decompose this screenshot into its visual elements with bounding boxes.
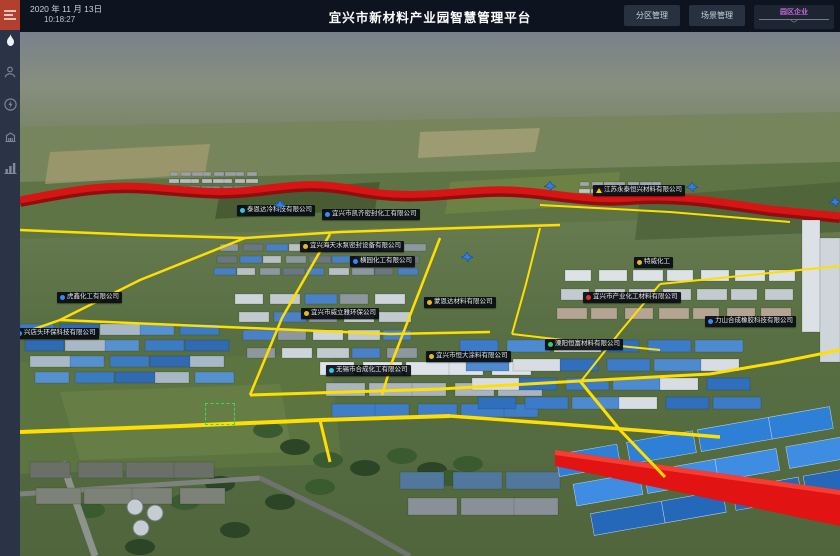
map-3d-scene[interactable] — [20, 32, 840, 556]
company-label-text: 宜兴市威立雅环保公司 — [311, 310, 376, 317]
company-label-text: 宜兴市产业化工材料有限公司 — [593, 294, 678, 301]
plane-marker-icon[interactable] — [686, 182, 698, 192]
bar-chart-icon[interactable] — [0, 158, 20, 178]
company-label-text: 宜兴市凯齐密封化工有限公司 — [332, 211, 417, 218]
company-label-text: 力山合成橡胶科技有限公司 — [715, 318, 793, 325]
park-enterprise-dropdown[interactable]: 园区企业 ﹀ — [754, 5, 834, 29]
divider — [759, 19, 829, 20]
company-marker-icon — [20, 331, 22, 336]
company-marker-icon — [240, 208, 245, 213]
company-marker-icon — [708, 319, 713, 324]
company-marker-icon — [303, 244, 308, 249]
company-marker-icon — [586, 295, 591, 300]
company-label[interactable]: 宜兴市恒大涂料有限公司 — [426, 351, 511, 362]
company-marker-icon — [637, 260, 642, 265]
company-label-text: 宜兴市恒大涂料有限公司 — [436, 353, 508, 360]
company-label-text: 横园化工有限公司 — [360, 258, 412, 265]
company-label-text: 虎鑫化工有限公司 — [67, 294, 119, 301]
factory-icon[interactable] — [0, 126, 20, 146]
company-marker-icon — [427, 300, 432, 305]
company-label[interactable]: 宜兴海天水泵密封设备有限公司 — [300, 241, 404, 252]
company-label[interactable]: 宜兴市产业化工材料有限公司 — [583, 292, 681, 303]
plane-marker-icon[interactable] — [461, 252, 473, 262]
company-label[interactable]: 江苏永泰恒兴材料有限公司 — [593, 185, 685, 196]
plane-marker-icon[interactable] — [544, 181, 556, 191]
chevron-down-icon: ﹀ — [758, 22, 830, 28]
user-icon[interactable] — [0, 62, 20, 82]
company-label[interactable]: 特威化工 — [634, 257, 673, 268]
company-marker-icon — [60, 295, 65, 300]
scene-management-button[interactable]: 场景管理 — [689, 5, 745, 26]
company-marker-icon — [548, 342, 553, 347]
company-label[interactable]: 横园化工有限公司 — [350, 256, 415, 267]
header: 2020 年 11 月 13日 10:18:27 宜兴市新材料产业园智慧管理平台… — [20, 0, 840, 32]
sidebar — [0, 0, 20, 556]
flame-icon[interactable] — [0, 30, 20, 50]
selection-box — [205, 403, 235, 425]
company-label-text: 溧阳恒富材料有限公司 — [555, 341, 620, 348]
map-container: 泰恩达冷科技有限公司宜兴市凯齐密封化工有限公司宜兴海天水泵密封设备有限公司横园化… — [20, 32, 840, 556]
plane-marker-icon[interactable] — [274, 200, 286, 210]
zone-management-button[interactable]: 分区管理 — [624, 5, 680, 26]
company-marker-icon — [429, 354, 434, 359]
company-label[interactable]: 宜兴市威立雅环保公司 — [301, 308, 379, 319]
company-marker-icon — [353, 259, 358, 264]
power-icon[interactable] — [0, 94, 20, 114]
menu-icon[interactable] — [0, 0, 20, 30]
company-label[interactable]: 力山合成橡胶科技有限公司 — [705, 316, 796, 327]
company-marker-icon — [325, 212, 330, 217]
company-label[interactable]: 虎鑫化工有限公司 — [57, 292, 122, 303]
company-label[interactable]: 兴店头环保科技有限公司 — [20, 328, 99, 339]
company-label[interactable]: 无锡市合成化工有限公司 — [326, 365, 411, 376]
warning-icon — [596, 188, 602, 193]
company-label-text: 兴店头环保科技有限公司 — [24, 330, 96, 337]
company-label-text: 宜兴海天水泵密封设备有限公司 — [310, 243, 401, 250]
company-label[interactable]: 宜兴市凯齐密封化工有限公司 — [322, 209, 420, 220]
company-marker-icon — [304, 311, 309, 316]
plane-marker-icon[interactable] — [829, 197, 840, 207]
company-label-text: 无锡市合成化工有限公司 — [336, 367, 408, 374]
company-label[interactable]: 溧阳恒富材料有限公司 — [545, 339, 623, 350]
company-label-text: 特威化工 — [644, 259, 670, 266]
company-label[interactable]: 蒙恩达材料有限公司 — [424, 297, 496, 308]
company-label-text: 江苏永泰恒兴材料有限公司 — [604, 187, 682, 194]
company-label-text: 蒙恩达材料有限公司 — [434, 299, 493, 306]
company-marker-icon — [329, 368, 334, 373]
park-enterprise-label: 园区企业 — [758, 7, 830, 17]
